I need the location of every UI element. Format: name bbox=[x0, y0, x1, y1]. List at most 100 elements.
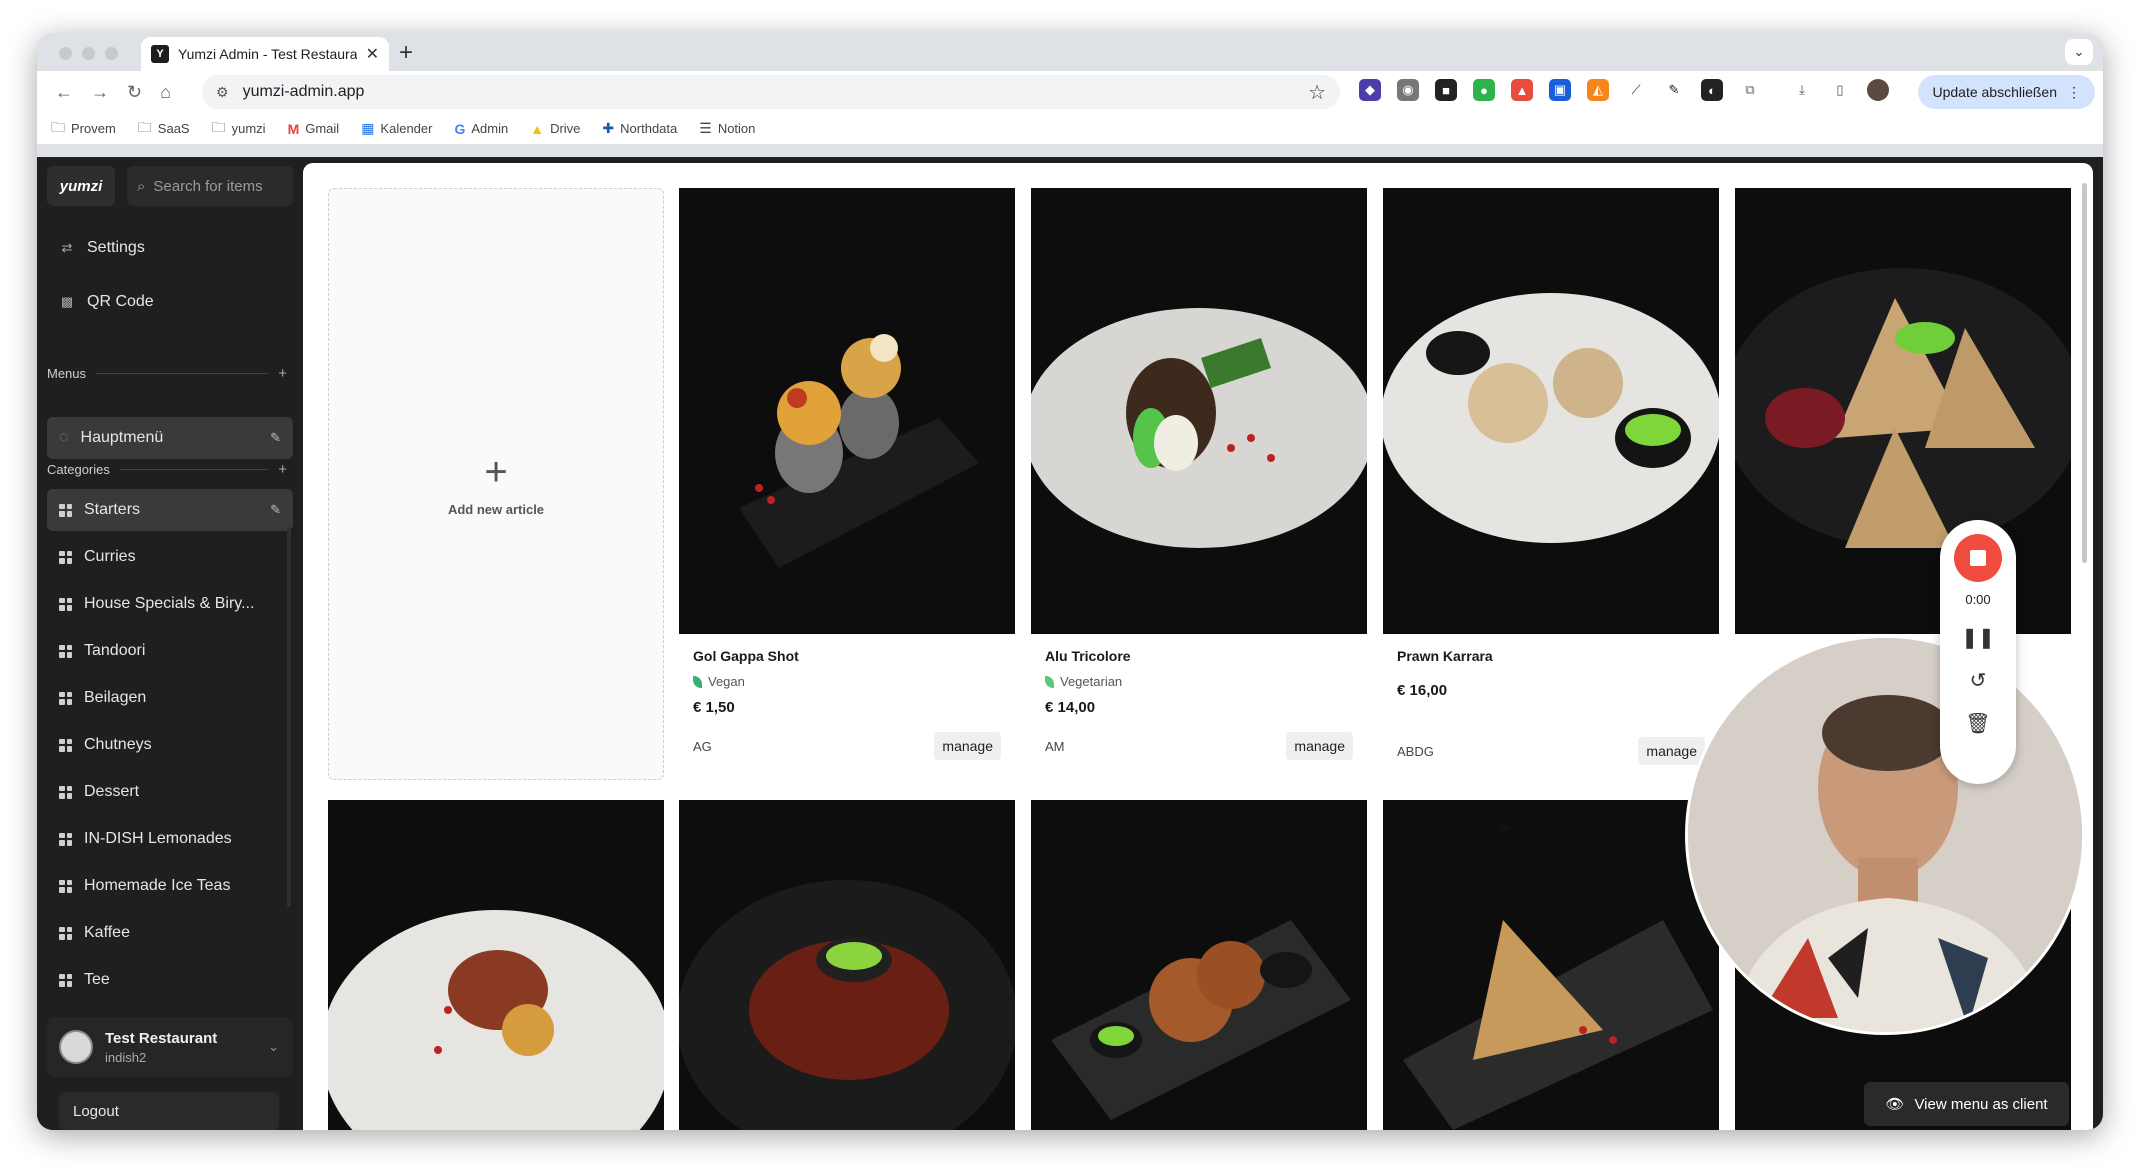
category-tandoori[interactable]: Tandoori bbox=[47, 630, 293, 672]
bookmark-gmail[interactable]: M Gmail bbox=[288, 121, 340, 137]
maximize-window-icon[interactable] bbox=[105, 47, 118, 60]
back-icon[interactable]: ← bbox=[55, 82, 73, 103]
close-window-icon[interactable] bbox=[59, 47, 72, 60]
download-icon[interactable]: ⤓ bbox=[1791, 79, 1813, 101]
close-tab-icon[interactable]: ✕ bbox=[366, 44, 379, 64]
category-homemade-ice-teas[interactable]: Homemade Ice Teas bbox=[47, 865, 293, 907]
wallet-icon[interactable]: ◭ bbox=[1587, 79, 1609, 101]
bookmark-label: Provem bbox=[71, 121, 116, 136]
update-button[interactable]: Update abschließen ⋮ bbox=[1918, 75, 2095, 109]
category-label: Dessert bbox=[84, 783, 140, 800]
password-manager-icon[interactable]: ▣ bbox=[1549, 79, 1571, 101]
pause-icon[interactable]: ❚❚ bbox=[1961, 625, 1995, 650]
add-menu-icon[interactable]: + bbox=[278, 365, 287, 382]
bookmark-notion[interactable]: ☰ Notion bbox=[699, 120, 755, 137]
extension-icon[interactable]: ● bbox=[1473, 79, 1495, 101]
address-bar[interactable]: ⚙ yumzi-admin.app ☆ bbox=[202, 75, 1340, 109]
menu-item-hauptmenu[interactable]: ◌ Hauptmenü ✎ bbox=[47, 417, 293, 459]
bookmark-admin[interactable]: G Admin bbox=[454, 121, 508, 137]
new-tab-icon[interactable]: + bbox=[399, 39, 413, 67]
bookmark-label: Gmail bbox=[305, 121, 340, 136]
pen-icon[interactable]: ✎ bbox=[1663, 79, 1685, 101]
stop-icon bbox=[1970, 550, 1986, 566]
extension-icon[interactable]: ◆ bbox=[1359, 79, 1381, 101]
category-grid-icon bbox=[59, 738, 72, 752]
category-in-dish-lemonades[interactable]: IN-DISH Lemonades bbox=[47, 818, 293, 860]
category-grid-icon bbox=[59, 832, 72, 846]
bookmark-northdata[interactable]: ✚ Northdata bbox=[602, 120, 677, 137]
site-info-icon[interactable]: ⚙ bbox=[216, 84, 229, 101]
bookmark-kalender[interactable]: ▦ Kalender bbox=[361, 120, 432, 137]
sidebar-item-settings[interactable]: ⇄ Settings bbox=[47, 227, 293, 269]
bookmark-provem[interactable]: 🗀 Provem bbox=[51, 117, 116, 141]
extension-icon[interactable]: ⟋ bbox=[1625, 79, 1647, 101]
camera-icon[interactable]: ◉ bbox=[1397, 79, 1419, 101]
extension-icon[interactable]: ▲ bbox=[1511, 79, 1533, 101]
category-chutneys[interactable]: Chutneys bbox=[47, 724, 293, 766]
category-dessert[interactable]: Dessert bbox=[47, 771, 293, 813]
search-box[interactable]: ⌕ bbox=[127, 166, 293, 206]
side-panel-icon[interactable]: ▯ bbox=[1829, 79, 1851, 101]
search-input[interactable] bbox=[153, 177, 274, 195]
category-kaffee[interactable]: Kaffee bbox=[47, 912, 293, 954]
article-card[interactable]: Alu Tricolore Vegetarian € 14,00 AM mana… bbox=[1031, 188, 1367, 760]
category-beilagen[interactable]: Beilagen bbox=[47, 677, 293, 719]
puzzle-icon[interactable]: ⧉ bbox=[1739, 79, 1761, 101]
category-label: House Specials & Biry... bbox=[84, 595, 255, 612]
kebab-menu-icon[interactable]: ⋮ bbox=[2067, 84, 2081, 101]
bookmark-drive[interactable]: ▲ Drive bbox=[530, 121, 580, 137]
diet-label: Vegan bbox=[708, 674, 745, 689]
bookmark-star-icon[interactable]: ☆ bbox=[1308, 80, 1326, 105]
sidebar: yumzi ⌕ ⇄ Settings ▩ QR Code Menus + ◌ H… bbox=[37, 157, 303, 1130]
manage-button[interactable]: manage bbox=[1286, 732, 1353, 760]
tab-strip: Y Yumzi Admin - Test Restaurant ✕ + ⌄ bbox=[37, 33, 2103, 71]
yumzi-logo[interactable]: yumzi bbox=[47, 166, 115, 206]
category-label: Kaffee bbox=[84, 924, 130, 941]
view-menu-as-client-button[interactable]: 👁 View menu as client bbox=[1864, 1082, 2069, 1126]
minimize-window-icon[interactable] bbox=[82, 47, 95, 60]
profile-avatar-icon[interactable] bbox=[1867, 79, 1889, 101]
add-article-card[interactable]: + Add new article bbox=[328, 188, 664, 780]
chevron-down-icon[interactable]: ⌄ bbox=[268, 1039, 279, 1055]
forward-icon[interactable]: → bbox=[91, 82, 109, 103]
dish-photo[interactable] bbox=[328, 800, 664, 1130]
browser-tab[interactable]: Y Yumzi Admin - Test Restaurant ✕ bbox=[141, 37, 389, 71]
restaurant-profile[interactable]: Test Restaurant indish2 ⌄ bbox=[47, 1017, 293, 1077]
manage-button[interactable]: manage bbox=[1638, 737, 1705, 765]
article-card[interactable]: Prawn Karrara € 16,00 ABDG manage bbox=[1383, 188, 1719, 765]
edit-pencil-icon[interactable]: ✎ bbox=[270, 430, 281, 446]
dish-photo[interactable] bbox=[1031, 800, 1367, 1130]
webcam-bubble[interactable] bbox=[1685, 635, 2085, 1035]
stop-recording-button[interactable] bbox=[1954, 534, 2002, 582]
category-grid-icon bbox=[59, 550, 72, 564]
category-tee[interactable]: Tee bbox=[47, 959, 293, 1001]
sidebar-item-qr-code[interactable]: ▩ QR Code bbox=[47, 281, 293, 323]
bookmark-saas[interactable]: 🗀 SaaS bbox=[138, 117, 190, 141]
category-starters[interactable]: Starters ✎ bbox=[47, 489, 293, 531]
extension-icon[interactable]: ◐ bbox=[1701, 79, 1723, 101]
manage-button[interactable]: manage bbox=[934, 732, 1001, 760]
restart-icon[interactable]: ↺ bbox=[1970, 668, 1987, 693]
logout-button[interactable]: Logout bbox=[59, 1092, 279, 1130]
settings-icon: ⇄ bbox=[61, 240, 73, 255]
category-curries[interactable]: Curries bbox=[47, 536, 293, 578]
home-icon[interactable]: ⌂ bbox=[160, 82, 171, 103]
edit-pencil-icon[interactable]: ✎ bbox=[270, 502, 281, 518]
article-name: Gol Gappa Shot bbox=[693, 648, 799, 664]
sidebar-scrollbar[interactable] bbox=[287, 527, 291, 907]
tab-search-chevron-icon[interactable]: ⌄ bbox=[2065, 39, 2093, 65]
content-scrollbar[interactable] bbox=[2082, 183, 2087, 563]
bookmark-yumzi[interactable]: 🗀 yumzi bbox=[212, 117, 266, 141]
url-text[interactable]: yumzi-admin.app bbox=[243, 83, 365, 101]
extension-icon[interactable]: ■ bbox=[1435, 79, 1457, 101]
category-house-specials[interactable]: House Specials & Biry... bbox=[47, 583, 293, 625]
dish-photo[interactable] bbox=[679, 800, 1015, 1130]
drive-icon: ▲ bbox=[530, 120, 545, 137]
window-controls[interactable] bbox=[59, 47, 118, 60]
article-card[interactable] bbox=[1735, 188, 2071, 634]
reload-icon[interactable]: ↻ bbox=[127, 82, 142, 103]
add-category-icon[interactable]: + bbox=[278, 461, 287, 478]
article-card[interactable]: Gol Gappa Shot Vegan € 1,50 AG manage bbox=[679, 188, 1015, 760]
dish-photo[interactable] bbox=[1383, 800, 1719, 1130]
trash-icon[interactable]: 🗑 bbox=[1965, 711, 1990, 736]
